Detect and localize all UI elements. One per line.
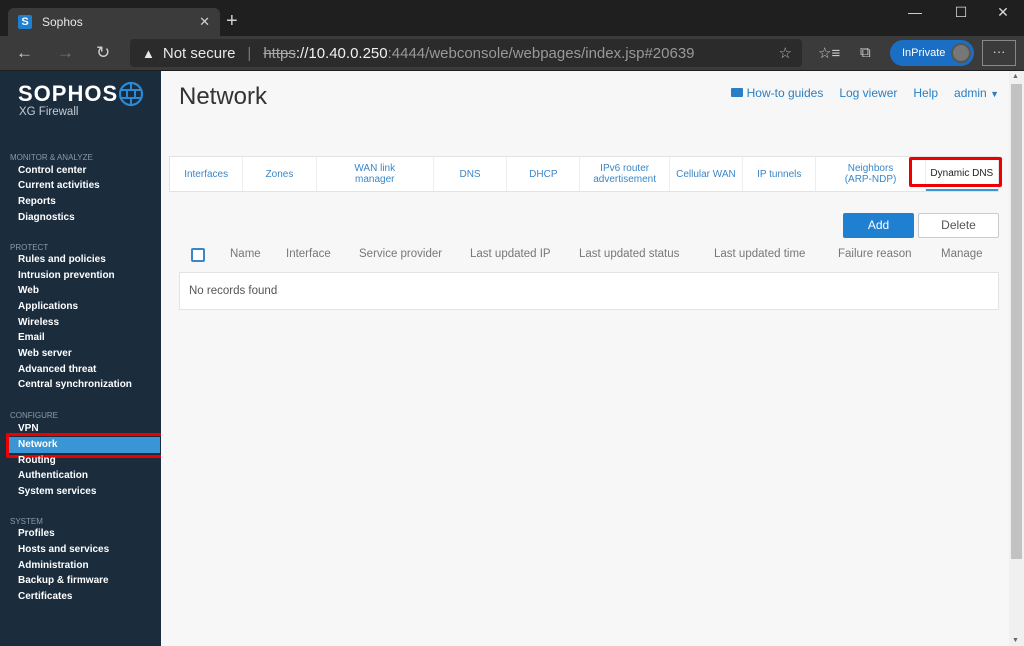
tab-dhcp[interactable]: DHCP xyxy=(507,157,581,191)
col-manage: Manage xyxy=(941,248,983,260)
browser-tab[interactable]: S Sophos ✕ xyxy=(8,8,220,36)
tab-interfaces[interactable]: Interfaces xyxy=(170,157,244,191)
maximize-icon[interactable]: ☐ xyxy=(946,4,976,21)
sidebar-item-certificates[interactable]: Certificates xyxy=(6,589,160,605)
address-bar[interactable]: ▲ Not secure | https://10.40.0.250:4444/… xyxy=(130,39,802,67)
table-body: No records found xyxy=(179,272,999,310)
scroll-down-icon[interactable]: ▼ xyxy=(1012,637,1019,644)
back-icon[interactable]: ← xyxy=(16,43,33,63)
section-system: SYSTEM xyxy=(10,517,43,526)
col-failure-reason[interactable]: Failure reason xyxy=(838,248,912,260)
warning-icon: ▲ xyxy=(142,45,155,61)
col-last-updated-status[interactable]: Last updated status xyxy=(579,248,679,260)
header-links: How-to guides Log viewer Help admin ▼ xyxy=(730,86,999,100)
scrollbar-thumb[interactable] xyxy=(1011,84,1022,559)
security-label: Not secure xyxy=(162,44,236,62)
tab-ip-tunnels[interactable]: IP tunnels xyxy=(743,157,817,191)
tab-title: Sophos xyxy=(42,15,83,29)
add-button[interactable]: Add xyxy=(843,213,914,238)
col-last-updated-ip[interactable]: Last updated IP xyxy=(470,248,551,260)
select-all-checkbox[interactable] xyxy=(191,248,205,262)
tab-cellular-wan[interactable]: Cellular WAN xyxy=(670,157,744,191)
url-scheme: https xyxy=(263,44,296,62)
close-window-icon[interactable]: ✕ xyxy=(988,4,1018,21)
col-interface[interactable]: Interface xyxy=(286,248,331,260)
more-menu-button[interactable]: ··· xyxy=(982,40,1016,66)
page-scrollbar[interactable]: ▲ ▼ xyxy=(1009,71,1024,646)
sidebar-item-applications[interactable]: Applications xyxy=(6,299,160,315)
sidebar-item-rules-and-policies[interactable]: Rules and policies xyxy=(6,252,160,268)
col-service-provider[interactable]: Service provider xyxy=(359,248,442,260)
admin-menu[interactable]: admin ▼ xyxy=(954,86,999,100)
firewall-globe-icon xyxy=(118,81,144,107)
divider: | xyxy=(247,44,252,62)
chevron-down-icon: ▼ xyxy=(990,89,999,99)
section-configure: CONFIGURE xyxy=(10,411,58,420)
sidebar-item-email[interactable]: Email xyxy=(6,330,160,346)
favorites-icon[interactable]: ☆≡ xyxy=(818,44,840,62)
video-camera-icon xyxy=(730,88,743,97)
tab-ipv6-router-advertisement[interactable]: IPv6 router advertisement xyxy=(580,157,670,191)
sidebar-item-system-services[interactable]: System services xyxy=(6,484,160,500)
sidebar-item-central-synchronization[interactable]: Central synchronization xyxy=(6,377,160,393)
refresh-icon[interactable]: ↻ xyxy=(96,43,110,63)
tab-zones[interactable]: Zones xyxy=(243,157,317,191)
help-link[interactable]: Help xyxy=(913,86,938,100)
sophos-favicon-icon: S xyxy=(18,15,32,29)
product-name: XG Firewall xyxy=(19,106,79,118)
section-protect: PROTECT xyxy=(10,243,49,252)
howto-guides-link[interactable]: How-to guides xyxy=(730,86,824,100)
sidebar-item-routing[interactable]: Routing xyxy=(6,453,160,469)
favorite-star-icon[interactable]: ☆ xyxy=(779,44,792,62)
collections-icon[interactable]: ⧉ xyxy=(860,44,871,61)
tab-wan-link-manager[interactable]: WAN link manager xyxy=(317,157,434,191)
howto-label: How-to guides xyxy=(746,86,824,100)
col-name[interactable]: Name xyxy=(230,248,261,260)
table-header: Name Interface Service provider Last upd… xyxy=(179,246,999,264)
forward-icon[interactable]: → xyxy=(57,43,74,63)
scroll-up-icon[interactable]: ▲ xyxy=(1012,73,1019,80)
url-path: :4444/webconsole/webpages/index.jsp#2063… xyxy=(387,44,695,62)
admin-label: admin xyxy=(954,86,987,100)
sidebar-item-diagnostics[interactable]: Diagnostics xyxy=(6,210,160,226)
section-monitor: MONITOR & ANALYZE xyxy=(10,153,93,162)
empty-message: No records found xyxy=(189,285,278,297)
sidebar-item-web-server[interactable]: Web server xyxy=(6,346,160,362)
inprivate-label: InPrivate xyxy=(902,47,946,59)
sidebar-item-administration[interactable]: Administration xyxy=(6,558,160,574)
col-last-updated-time[interactable]: Last updated time xyxy=(714,248,805,260)
browser-toolbar: ← → ↻ ▲ Not secure | https://10.40.0.250… xyxy=(0,36,1024,70)
profile-avatar-icon xyxy=(951,43,971,63)
network-tabs: Interfaces Zones WAN link manager DNS DH… xyxy=(169,156,999,192)
main-content: Network How-to guides Log viewer Help ad… xyxy=(161,71,1009,646)
sidebar-item-reports[interactable]: Reports xyxy=(6,194,160,210)
inprivate-button[interactable]: InPrivate xyxy=(890,40,974,66)
new-tab-icon[interactable]: + xyxy=(226,10,238,32)
sidebar-item-advanced-threat[interactable]: Advanced threat xyxy=(6,362,160,378)
url-host: ://10.40.0.250 xyxy=(295,44,388,62)
sidebar-item-backup-firmware[interactable]: Backup & firmware xyxy=(6,573,160,589)
sidebar-item-hosts-and-services[interactable]: Hosts and services xyxy=(6,542,160,558)
page-title: Network xyxy=(179,83,268,110)
sidebar-item-authentication[interactable]: Authentication xyxy=(6,468,160,484)
delete-button[interactable]: Delete xyxy=(918,213,999,238)
sidebar-item-wireless[interactable]: Wireless xyxy=(6,315,160,331)
sidebar-item-intrusion-prevention[interactable]: Intrusion prevention xyxy=(6,268,160,284)
sidebar-item-profiles[interactable]: Profiles xyxy=(6,526,160,542)
tab-dns[interactable]: DNS xyxy=(434,157,508,191)
sidebar-item-control-center[interactable]: Control center xyxy=(6,163,160,179)
sidebar: SOPHOS XG Firewall MONITOR & ANALYZE Con… xyxy=(0,71,166,646)
highlight-dynamic-dns xyxy=(909,157,1002,187)
log-viewer-link[interactable]: Log viewer xyxy=(839,86,897,100)
browser-titlebar: S Sophos ✕ + — ☐ ✕ xyxy=(0,0,1024,36)
minimize-icon[interactable]: — xyxy=(900,4,930,20)
brand-logo: SOPHOS xyxy=(18,81,119,106)
sidebar-item-current-activities[interactable]: Current activities xyxy=(6,178,160,194)
sidebar-item-web[interactable]: Web xyxy=(6,283,160,299)
close-tab-icon[interactable]: ✕ xyxy=(199,14,210,30)
